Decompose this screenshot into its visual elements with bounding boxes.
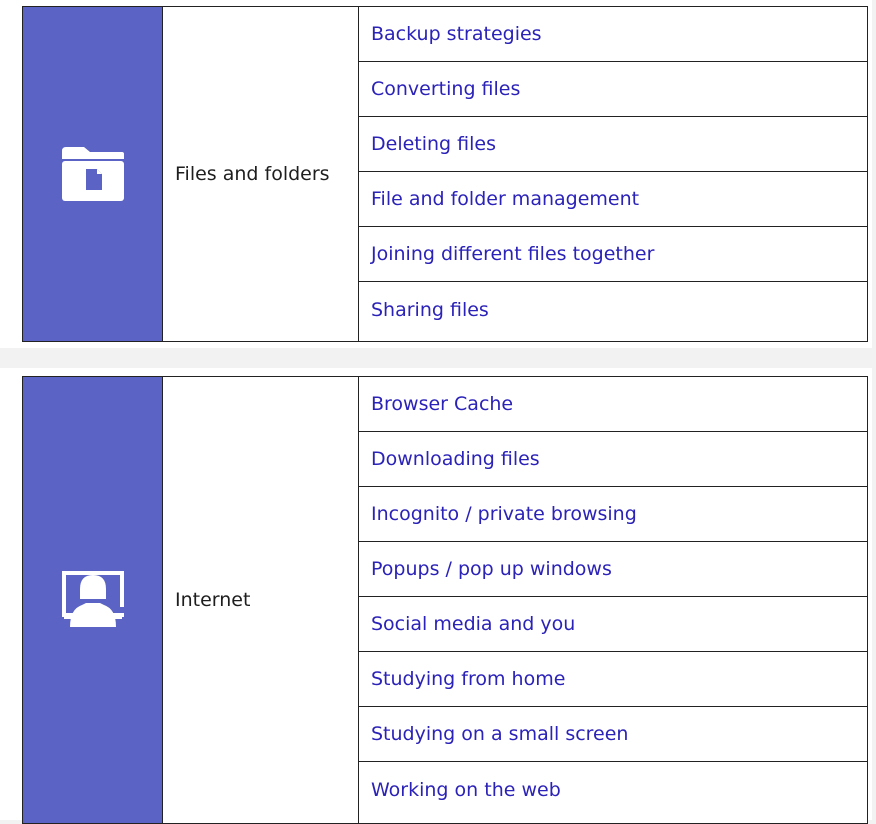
link-studying-from-home[interactable]: Studying from home bbox=[371, 668, 565, 690]
link-sharing-files[interactable]: Sharing files bbox=[371, 299, 489, 321]
link-joining-files[interactable]: Joining different files together bbox=[371, 243, 654, 265]
list-item: Backup strategies bbox=[359, 7, 867, 62]
list-item: Incognito / private browsing bbox=[359, 487, 867, 542]
link-backup-strategies[interactable]: Backup strategies bbox=[371, 23, 542, 45]
link-popups[interactable]: Popups / pop up windows bbox=[371, 558, 612, 580]
section-name: Files and folders bbox=[163, 7, 359, 341]
person-monitor-icon bbox=[60, 569, 126, 631]
list-item: Joining different files together bbox=[359, 227, 867, 282]
page: Files and folders Backup strategies Conv… bbox=[0, 0, 876, 824]
list-item: Sharing files bbox=[359, 282, 867, 337]
list-item: Studying on a small screen bbox=[359, 707, 867, 762]
link-browser-cache[interactable]: Browser Cache bbox=[371, 393, 513, 415]
list-item: Deleting files bbox=[359, 117, 867, 172]
list-item: Downloading files bbox=[359, 432, 867, 487]
link-list: Browser Cache Downloading files Incognit… bbox=[359, 377, 867, 823]
list-item: Social media and you bbox=[359, 597, 867, 652]
link-studying-small-screen[interactable]: Studying on a small screen bbox=[371, 723, 628, 745]
list-item: Converting files bbox=[359, 62, 867, 117]
section-name: Internet bbox=[163, 377, 359, 823]
link-downloading-files[interactable]: Downloading files bbox=[371, 448, 540, 470]
link-list: Backup strategies Converting files Delet… bbox=[359, 7, 867, 341]
link-social-media[interactable]: Social media and you bbox=[371, 613, 575, 635]
section-icon-cell bbox=[23, 377, 163, 823]
list-item: Browser Cache bbox=[359, 377, 867, 432]
link-deleting-files[interactable]: Deleting files bbox=[371, 133, 496, 155]
section-internet: Internet Browser Cache Downloading files… bbox=[22, 376, 868, 824]
list-item: Working on the web bbox=[359, 762, 867, 817]
section-icon-cell bbox=[23, 7, 163, 341]
link-file-and-folder-management[interactable]: File and folder management bbox=[371, 188, 639, 210]
folder-file-icon bbox=[60, 145, 126, 203]
link-converting-files[interactable]: Converting files bbox=[371, 78, 520, 100]
link-working-on-the-web[interactable]: Working on the web bbox=[371, 779, 561, 801]
section-files-and-folders: Files and folders Backup strategies Conv… bbox=[22, 6, 868, 342]
list-item: Studying from home bbox=[359, 652, 867, 707]
link-incognito-private-browsing[interactable]: Incognito / private browsing bbox=[371, 503, 637, 525]
list-item: File and folder management bbox=[359, 172, 867, 227]
list-item: Popups / pop up windows bbox=[359, 542, 867, 597]
